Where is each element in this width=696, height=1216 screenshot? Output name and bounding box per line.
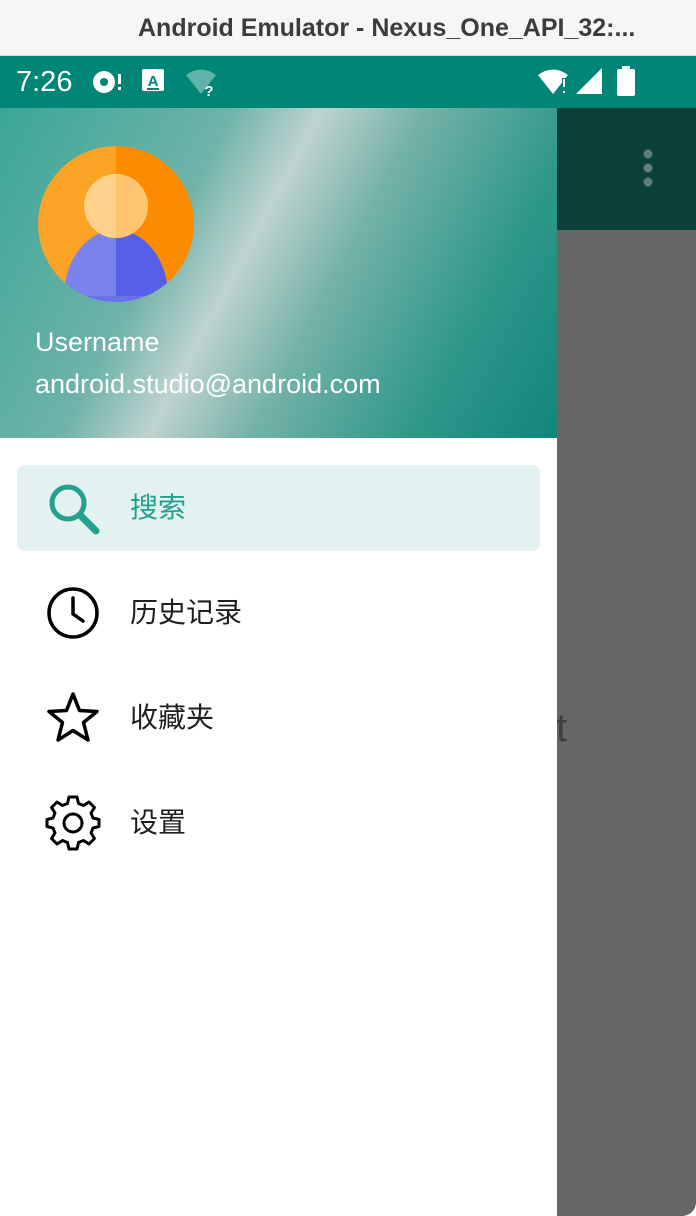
menu-item-label: 历史记录 [130, 596, 243, 629]
star-icon [47, 692, 99, 742]
menu-item-history[interactable]: 历史记录 [17, 570, 540, 656]
status-bar: 7:26 A ? [0, 56, 696, 108]
drawer-header: Username android.studio@android.com [0, 108, 557, 438]
avatar [38, 146, 194, 302]
window-title-bar: Android Emulator - Nexus_One_API_32:... [0, 0, 696, 56]
drawer-email: android.studio@android.com [35, 369, 381, 399]
search-icon [49, 484, 100, 535]
window-title: Android Emulator - Nexus_One_API_32:... [138, 14, 636, 42]
drawer-username: Username [35, 327, 160, 357]
menu-item-search[interactable]: 搜索 [17, 465, 540, 551]
cell-signal-icon [576, 68, 602, 94]
gear-icon [45, 795, 101, 851]
navigation-drawer: Username android.studio@android.com 搜索 历… [0, 108, 557, 1216]
background-text-fragment: t [556, 706, 568, 750]
sync-icon [93, 71, 121, 93]
menu-item-settings[interactable]: 设置 [17, 780, 540, 866]
wifi-alert-icon [538, 69, 568, 94]
menu-item-label: 收藏夹 [130, 701, 215, 734]
device-screen: 7:26 A ? t Username android.studio@andro… [0, 56, 696, 1216]
status-time: 7:26 [16, 66, 73, 98]
menu-item-label: 设置 [130, 806, 187, 839]
menu-item-label: 搜索 [130, 491, 187, 524]
svg-text:A: A [148, 73, 159, 90]
clock-icon [47, 587, 99, 639]
svg-text:?: ? [204, 83, 213, 98]
overflow-menu-icon[interactable] [636, 148, 660, 192]
menu-item-favorites[interactable]: 收藏夹 [17, 675, 540, 761]
keyboard-a-icon: A [142, 69, 164, 91]
battery-icon [617, 66, 635, 96]
wifi-question-icon: ? [186, 69, 216, 98]
